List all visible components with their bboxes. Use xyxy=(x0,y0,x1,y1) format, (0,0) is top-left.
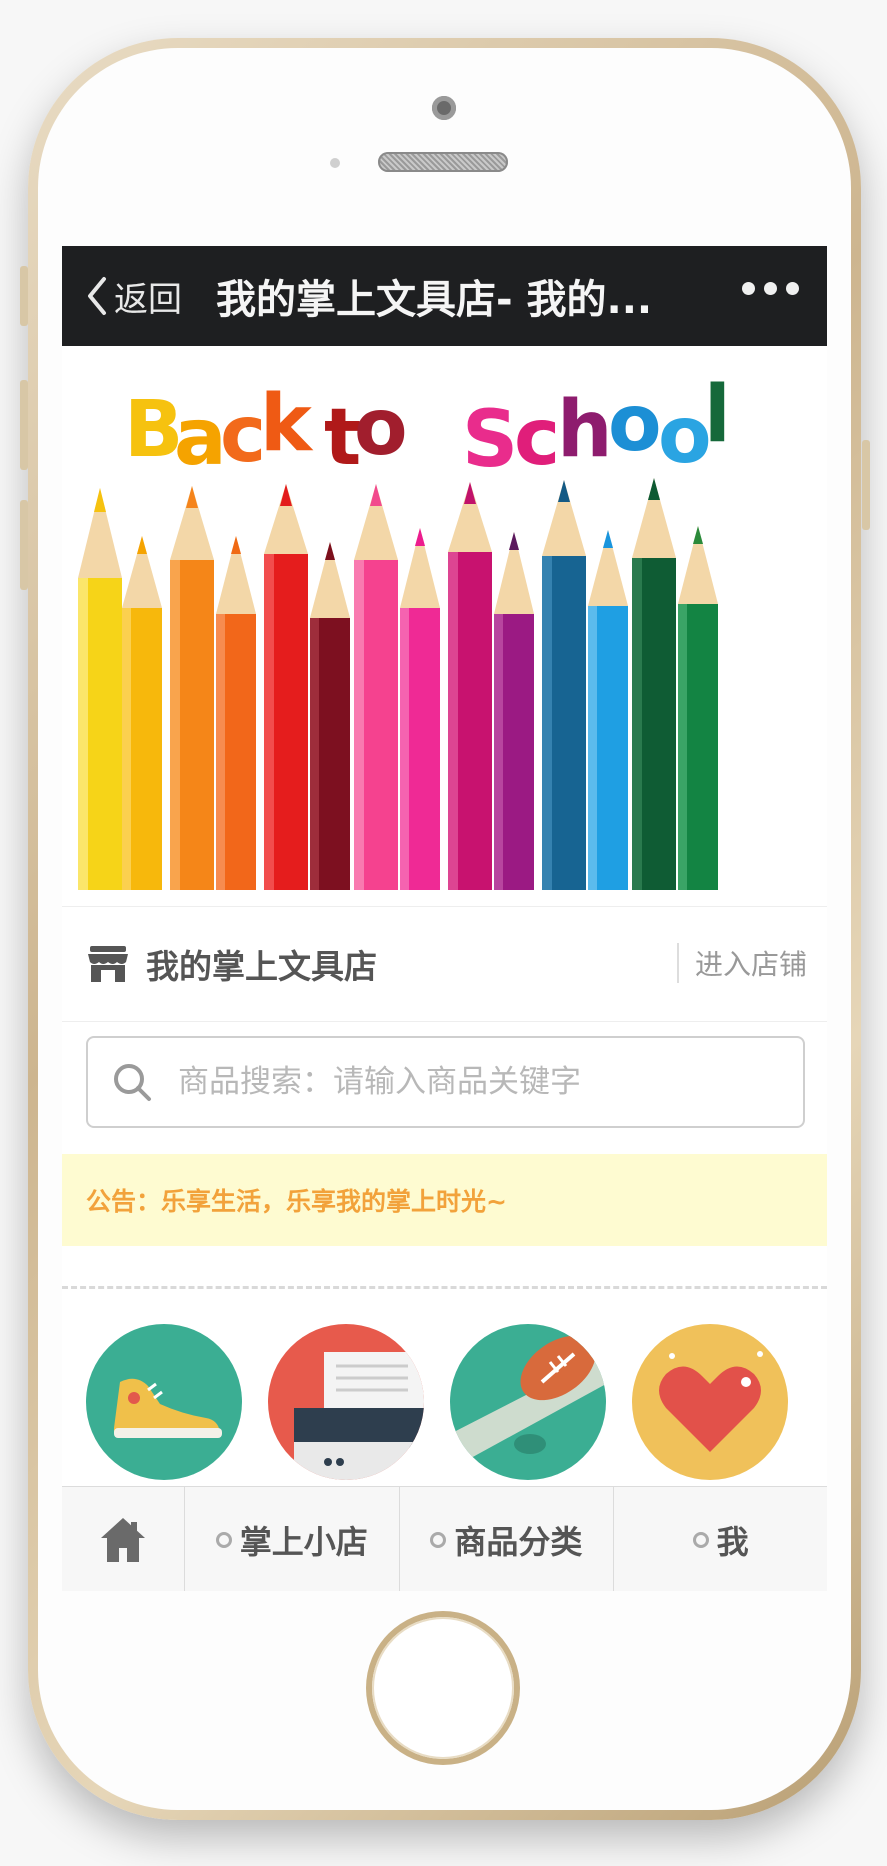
page-title: 我的掌上文具店- 我的... xyxy=(216,277,653,323)
navigation-bar: 返回 我的掌上文具店- 我的... xyxy=(62,246,827,346)
tab-me[interactable]: 我 xyxy=(614,1487,827,1591)
category-icons xyxy=(62,1324,827,1480)
back-label: 返回 xyxy=(114,279,182,320)
chevron-left-icon xyxy=(88,277,106,315)
football-icon[interactable] xyxy=(450,1324,606,1480)
tab-home[interactable] xyxy=(62,1487,185,1591)
enter-shop-link[interactable]: 进入店铺 xyxy=(676,943,807,983)
heart-icon[interactable] xyxy=(632,1324,788,1480)
dashed-divider xyxy=(62,1286,827,1289)
announcement-bar: 公告：乐享生活，乐享我的掌上时光~ xyxy=(62,1154,827,1246)
svg-text:k: k xyxy=(260,379,314,469)
proximity-sensor xyxy=(330,158,340,168)
search-box[interactable] xyxy=(86,1036,805,1128)
banner-carousel[interactable]: B a c k t o S c h o o l xyxy=(62,346,827,894)
storefront-icon xyxy=(88,946,128,982)
svg-text:h: h xyxy=(557,385,613,475)
mute-switch xyxy=(20,266,28,326)
search-input[interactable] xyxy=(176,1063,740,1101)
svg-text:l: l xyxy=(704,370,731,460)
back-to-school-pencils-image: B a c k t o S c h o o l xyxy=(78,370,731,890)
power-button xyxy=(862,440,870,530)
svg-text:S: S xyxy=(462,395,518,485)
home-button[interactable] xyxy=(372,1617,514,1759)
tab-label: 商品分类 xyxy=(454,1522,583,1561)
tab-bullet-icon xyxy=(430,1531,447,1548)
front-camera xyxy=(432,96,456,120)
volume-up-button xyxy=(20,380,28,470)
pencils xyxy=(78,478,718,890)
svg-text:o: o xyxy=(354,383,408,473)
tab-bullet-icon xyxy=(215,1531,232,1548)
sneaker-icon[interactable] xyxy=(86,1324,242,1480)
back-button[interactable]: 返回 xyxy=(86,272,182,321)
svg-text:c: c xyxy=(514,393,560,483)
earpiece-speaker xyxy=(378,152,508,172)
tab-label: 掌上小店 xyxy=(239,1522,368,1561)
search-icon xyxy=(114,1064,151,1101)
printer-icon[interactable] xyxy=(268,1324,424,1480)
tab-label: 我 xyxy=(716,1522,749,1561)
svg-text:o: o xyxy=(608,379,662,469)
announcement-text: 公告：乐享生活，乐享我的掌上时光~ xyxy=(86,1187,507,1216)
tab-bullet-icon xyxy=(692,1531,709,1548)
tab-categories[interactable]: 商品分类 xyxy=(400,1487,615,1591)
tab-shop[interactable]: 掌上小店 xyxy=(185,1487,400,1591)
shop-header-row[interactable]: 我的掌上文具店 进入店铺 xyxy=(62,906,827,1022)
home-icon xyxy=(100,1517,145,1562)
more-dots-icon[interactable] xyxy=(742,282,799,295)
svg-text:a: a xyxy=(174,393,227,483)
app-screen: 返回 我的掌上文具店- 我的... B a c k t o S c h o o … xyxy=(62,246,827,1591)
shop-name: 我的掌上文具店 xyxy=(146,947,377,986)
bottom-tab-bar: 掌上小店 商品分类 我 xyxy=(62,1486,827,1591)
banner-headline: B a c k t o S c h o o l xyxy=(124,370,731,485)
volume-down-button xyxy=(20,500,28,590)
